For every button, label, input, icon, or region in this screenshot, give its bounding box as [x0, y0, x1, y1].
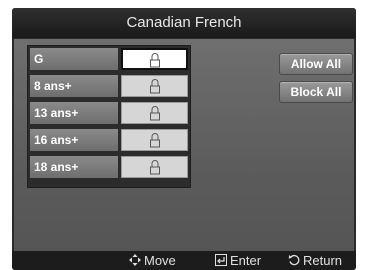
rating-grid: G 8 ans+ 13 ans+ 16 ans+ 18 ans+ [27, 45, 191, 188]
rating-label: 8 ans+ [30, 75, 118, 97]
rating-label: 18 ans+ [30, 156, 118, 178]
return-hint: Return [288, 251, 342, 270]
footer-help-bar: Move Enter Return [12, 251, 356, 270]
move-hint: Move [129, 251, 176, 270]
lock-toggle[interactable] [121, 129, 188, 151]
move-arrows-icon [129, 251, 141, 270]
rating-row-8-ans[interactable]: 8 ans+ [30, 75, 188, 97]
tv-menu-window: Canadian French G 8 ans+ 13 ans+ 16 ans+… [12, 8, 356, 270]
unlocked-padlock-icon [149, 160, 160, 175]
menu-title: Canadian French [12, 8, 356, 38]
lock-toggle[interactable] [121, 156, 188, 178]
enter-label: Enter [230, 253, 262, 268]
unlocked-padlock-icon [149, 79, 160, 94]
move-label: Move [144, 253, 176, 268]
rating-row-16-ans[interactable]: 16 ans+ [30, 129, 188, 151]
unlocked-padlock-icon [149, 106, 160, 121]
rating-row-13-ans[interactable]: 13 ans+ [30, 102, 188, 124]
rating-panel: G 8 ans+ 13 ans+ 16 ans+ 18 ans+ Allow A… [14, 39, 354, 251]
rating-label: 16 ans+ [30, 129, 118, 151]
lock-toggle[interactable] [121, 48, 188, 70]
block-all-button[interactable]: Block All [279, 81, 353, 103]
enter-icon [215, 251, 227, 270]
allow-all-button[interactable]: Allow All [279, 53, 353, 75]
unlocked-padlock-icon [149, 133, 160, 148]
rating-row-18-ans[interactable]: 18 ans+ [30, 156, 188, 178]
rating-row-g[interactable]: G [30, 48, 188, 70]
unlocked-padlock-icon [149, 53, 160, 68]
lock-toggle[interactable] [121, 102, 188, 124]
enter-hint: Enter [215, 251, 261, 270]
rating-label: G [30, 48, 118, 70]
return-icon [288, 251, 300, 270]
lock-toggle[interactable] [121, 75, 188, 97]
rating-label: 13 ans+ [30, 102, 118, 124]
return-label: Return [303, 253, 343, 268]
